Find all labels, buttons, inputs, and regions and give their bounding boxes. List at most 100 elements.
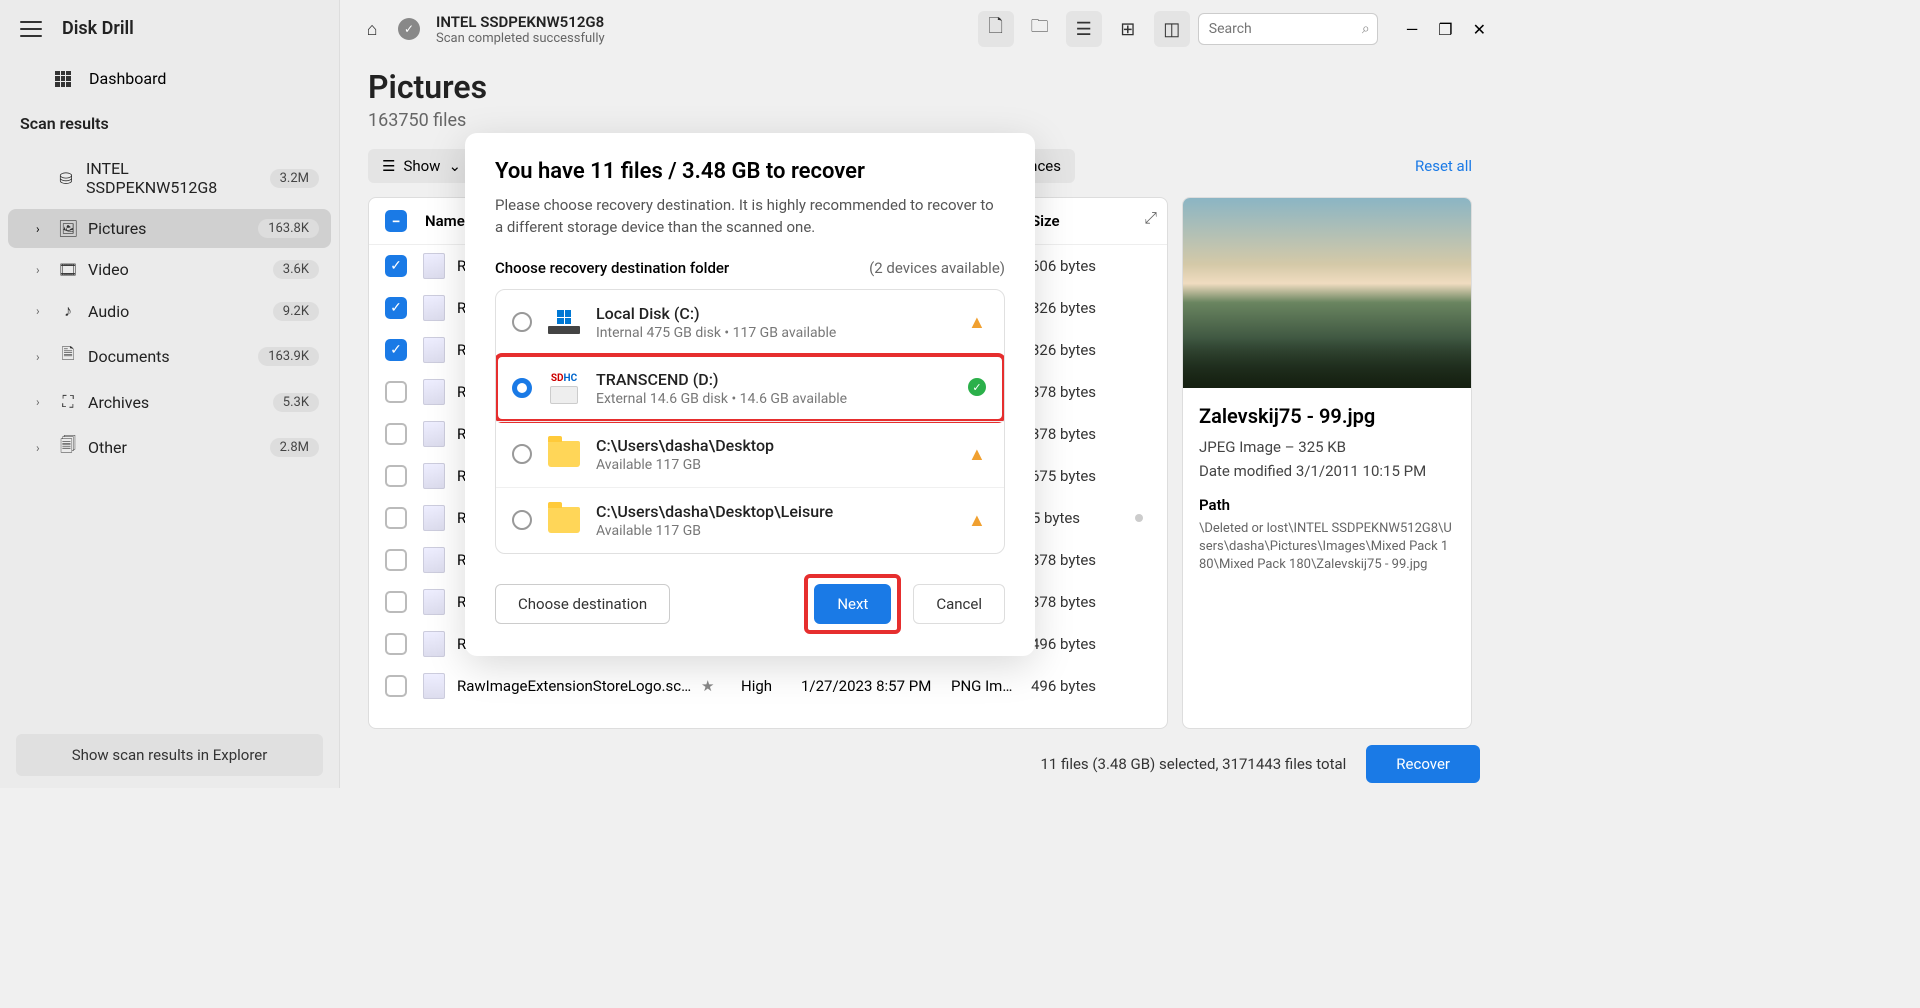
row-checkbox[interactable] [385, 591, 407, 613]
column-size[interactable]: Size [1031, 212, 1151, 230]
destination-name: C:\Users\dasha\Desktop [596, 436, 954, 455]
file-icon[interactable]: 🗋 [978, 11, 1014, 47]
radio-button[interactable] [512, 312, 532, 332]
sidebar-item-dashboard[interactable]: Dashboard [0, 57, 339, 100]
row-checkbox[interactable] [385, 423, 407, 445]
sidebar-item-archives[interactable]: › ⛶ Archives 5.3K [8, 382, 331, 422]
scan-complete-icon: ✓ [398, 18, 420, 40]
filesize: 326 bytes [1031, 341, 1151, 359]
chevron-right-icon: › [36, 263, 48, 277]
radio-button[interactable] [512, 510, 532, 530]
other-icon: 🗐 [58, 434, 78, 461]
sidebar-item-video[interactable]: › 🎞 Video 3.6K [8, 250, 331, 289]
home-icon[interactable]: ⌂ [354, 11, 390, 47]
maximize-icon[interactable]: ❐ [1438, 20, 1452, 39]
row-checkbox[interactable] [385, 675, 407, 697]
filesize: 606 bytes [1031, 257, 1151, 275]
file-icon [423, 631, 445, 657]
grid-view-icon[interactable]: ⊞ [1110, 11, 1146, 47]
top-subtitle: Scan completed successfully [436, 31, 605, 46]
doc-icon: 🗎 [58, 343, 78, 370]
show-in-explorer-button[interactable]: Show scan results in Explorer [16, 734, 323, 776]
chevron-right-icon: › [36, 441, 48, 455]
row-checkbox[interactable] [385, 549, 407, 571]
filesize: 378 bytes [1031, 593, 1151, 611]
folder-icon[interactable]: 🗀 [1022, 11, 1058, 47]
topbar: ⌂ ✓ INTEL SSDPEKNW512G8 Scan completed s… [340, 0, 1500, 58]
minimize-icon[interactable]: — [1406, 20, 1419, 39]
preview-thumbnail [1183, 198, 1471, 388]
sidebar-item-other[interactable]: › 🗐 Other 2.8M [8, 424, 331, 471]
destination-option[interactable]: SDHC TRANSCEND (D:) External 14.6 GB dis… [496, 355, 1004, 421]
file-icon [423, 337, 445, 363]
sidebar-item-pictures[interactable]: › 🖼 Pictures 163.8K [8, 209, 331, 248]
recover-button[interactable]: Recover [1366, 745, 1480, 783]
reset-all-link[interactable]: Reset all [1415, 157, 1472, 175]
sidebar-item-documents[interactable]: › 🗎 Documents 163.9K [8, 333, 331, 380]
preview-filename: Zalevskij75 - 99.jpg [1199, 404, 1455, 428]
sidebar-item-audio[interactable]: › ♪ Audio 9.2K [8, 291, 331, 331]
list-view-icon[interactable]: ☰ [1066, 11, 1102, 47]
table-row[interactable]: RawImageExtensionStoreLogo.sc… ★High1/27… [369, 665, 1167, 707]
file-icon [423, 253, 445, 279]
close-icon[interactable]: ✕ [1473, 20, 1486, 39]
statusbar: 11 files (3.48 GB) selected, 3171443 fil… [340, 740, 1500, 788]
warning-icon: ▲ [968, 510, 988, 531]
row-checkbox[interactable] [385, 465, 407, 487]
destination-list: Local Disk (C:) Internal 475 GB disk • 1… [495, 289, 1005, 554]
destination-name: Local Disk (C:) [596, 304, 954, 323]
row-checkbox[interactable]: ✓ [385, 339, 407, 361]
row-checkbox[interactable] [385, 507, 407, 529]
filesize: 378 bytes [1031, 425, 1151, 443]
section-scan-results: Scan results [0, 100, 339, 147]
page-subtitle: 163750 files [368, 110, 1472, 131]
preview-date: Date modified 3/1/2011 10:15 PM [1199, 462, 1455, 480]
next-button-highlight: Next [804, 574, 901, 634]
filesize: 675 bytes [1031, 467, 1151, 485]
destination-detail: Available 117 GB [596, 457, 954, 473]
audio-icon: ♪ [58, 301, 78, 321]
top-title: INTEL SSDPEKNW512G8 [436, 13, 605, 31]
dashboard-label: Dashboard [89, 69, 166, 88]
search-input[interactable] [1198, 13, 1378, 45]
file-icon [423, 421, 445, 447]
destination-detail: External 14.6 GB disk • 14.6 GB availabl… [596, 391, 954, 407]
next-button[interactable]: Next [814, 584, 891, 624]
preview-panel: Zalevskij75 - 99.jpg JPEG Image – 325 KB… [1182, 197, 1472, 729]
destination-option[interactable]: C:\Users\dasha\Desktop Available 117 GB … [496, 421, 1004, 487]
chevron-right-icon: › [36, 222, 48, 236]
cancel-button[interactable]: Cancel [913, 584, 1005, 624]
choose-destination-button[interactable]: Choose destination [495, 584, 670, 624]
warning-icon: ▲ [968, 312, 988, 333]
destination-option[interactable]: Local Disk (C:) Internal 475 GB disk • 1… [496, 290, 1004, 355]
destination-detail: Available 117 GB [596, 523, 954, 539]
app-title: Disk Drill [62, 18, 134, 39]
folder-icon [548, 507, 580, 533]
preview-type: JPEG Image – 325 KB [1199, 438, 1455, 456]
chevron-right-icon: › [36, 304, 48, 318]
row-checkbox[interactable]: ✓ [385, 297, 407, 319]
recovery-destination-modal: You have 11 files / 3.48 GB to recover P… [465, 133, 1035, 656]
preview-path: \Deleted or lost\INTEL SSDPEKNW512G8\Use… [1199, 520, 1455, 575]
row-checkbox[interactable] [385, 381, 407, 403]
radio-button[interactable] [512, 378, 532, 398]
menu-icon[interactable] [20, 21, 42, 37]
filter-icon: ☰ [382, 157, 395, 175]
expand-icon[interactable]: ⤢ [1144, 208, 1157, 228]
select-all-checkbox[interactable]: − [385, 210, 407, 232]
row-checkbox[interactable]: ✓ [385, 255, 407, 277]
grid-icon [55, 71, 71, 87]
file-icon [423, 547, 445, 573]
modal-description: Please choose recovery destination. It i… [495, 194, 1005, 239]
destination-option[interactable]: C:\Users\dasha\Desktop\Leisure Available… [496, 487, 1004, 553]
filesize: 326 bytes [1031, 299, 1151, 317]
show-filter-button[interactable]: ☰ Show ⌄ [368, 149, 475, 183]
row-checkbox[interactable] [385, 633, 407, 655]
radio-button[interactable] [512, 444, 532, 464]
search-icon: ⌕ [1362, 21, 1370, 37]
filesize: 496 bytes [1031, 677, 1151, 695]
sidebar-item-disk[interactable]: ⛁ INTEL SSDPEKNW512G8 3.2M [8, 149, 331, 207]
filesize: 378 bytes [1031, 383, 1151, 401]
destination-name: TRANSCEND (D:) [596, 370, 954, 389]
panel-view-icon[interactable]: ◫ [1154, 11, 1190, 47]
